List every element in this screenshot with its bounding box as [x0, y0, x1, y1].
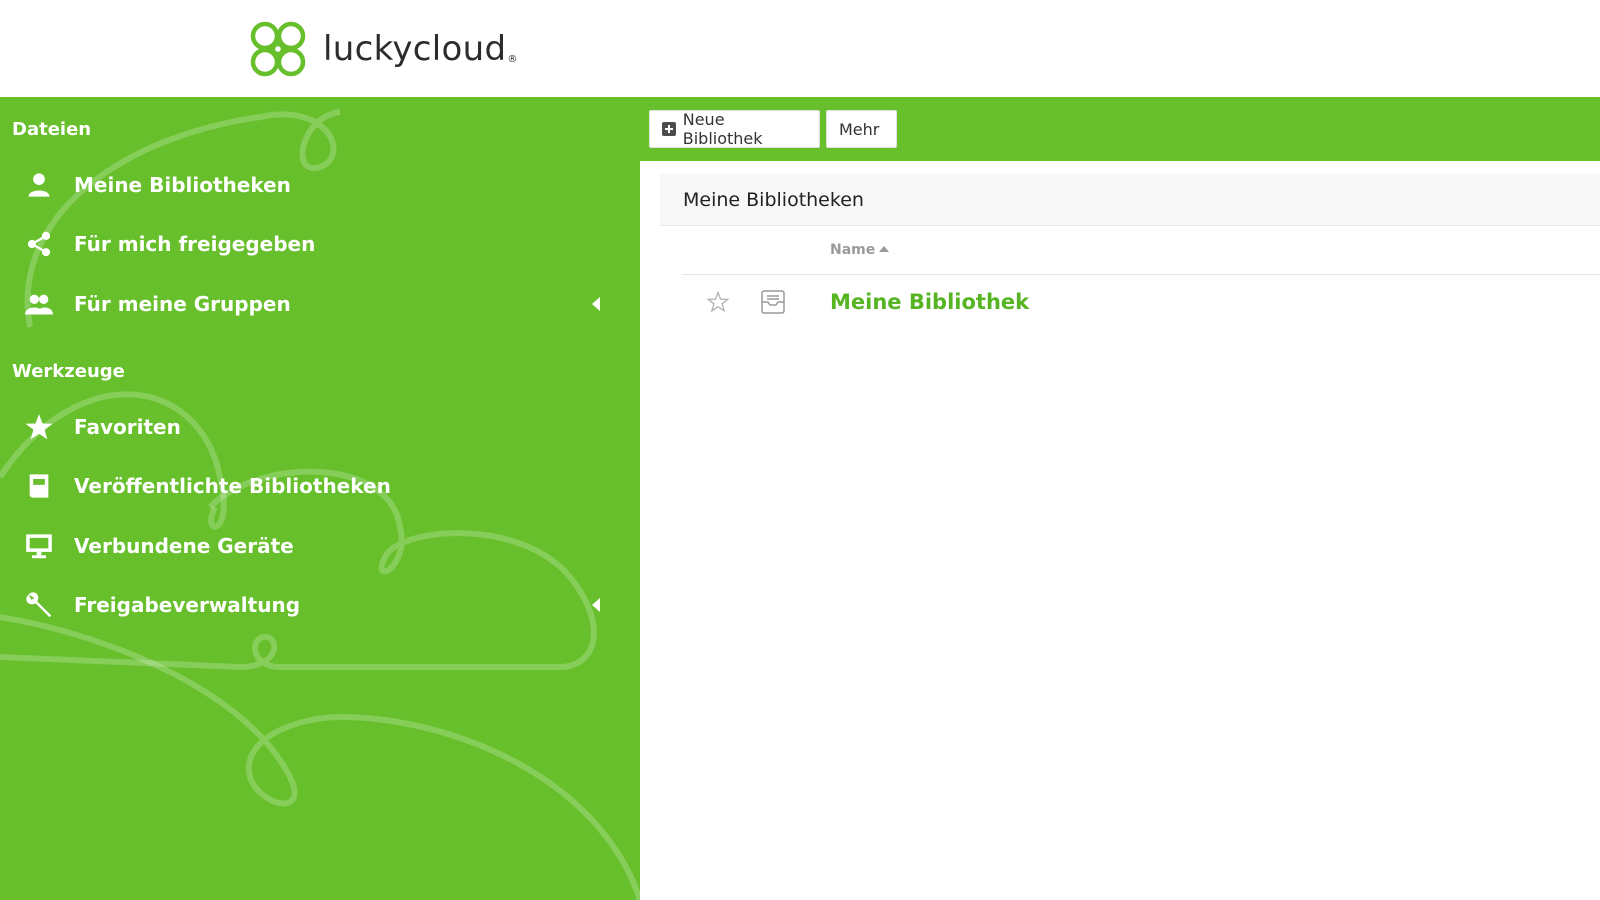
caret-left-icon[interactable]	[592, 598, 600, 612]
sidebar-item-label: Verbundene Geräte	[74, 534, 294, 558]
sidebar-item-favoriten[interactable]: Favoriten	[0, 405, 620, 449]
wrench-icon	[24, 590, 54, 620]
main-content: Meine Bibliotheken Name Meine Bibliothek	[640, 161, 1600, 900]
sidebar-item-fuer-mich-freigegeben[interactable]: Für mich freigegeben	[0, 222, 620, 266]
column-header-label: Name	[830, 242, 876, 258]
clover-logo-icon	[247, 18, 309, 84]
group-icon	[24, 289, 54, 319]
sort-ascending-icon	[879, 246, 890, 252]
caret-left-icon[interactable]	[592, 297, 600, 311]
sidebar-item-freigabeverwaltung[interactable]: Freigabeverwaltung	[0, 583, 620, 627]
sidebar-item-label: Veröffentlichte Bibliotheken	[74, 474, 391, 498]
sidebar: Dateien Meine Bibliotheken Für mich frei…	[0, 97, 640, 900]
column-header-name[interactable]: Name	[830, 242, 890, 258]
sidebar-item-veroeffentlichte-bibliotheken[interactable]: Veröffentlichte Bibliotheken	[0, 464, 620, 508]
new-library-button[interactable]: Neue Bibliothek	[649, 110, 820, 148]
new-library-label: Neue Bibliothek	[682, 110, 763, 148]
sidebar-item-meine-bibliotheken[interactable]: Meine Bibliotheken	[0, 163, 620, 207]
library-icon	[759, 288, 787, 316]
registered-mark: ®	[507, 53, 518, 65]
sidebar-item-label: Freigabeverwaltung	[74, 593, 301, 617]
section-title-dateien: Dateien	[12, 119, 92, 140]
book-icon	[24, 471, 54, 501]
star-icon	[24, 412, 54, 442]
page-title: Meine Bibliotheken	[683, 189, 864, 211]
section-title-werkzeuge: Werkzeuge	[12, 361, 125, 382]
table-row[interactable]: Meine Bibliothek	[682, 276, 1600, 332]
sidebar-item-fuer-meine-gruppen[interactable]: Für meine Gruppen	[0, 282, 620, 326]
app-header: luckycloud ®	[0, 0, 1600, 97]
user-icon	[24, 170, 54, 200]
brand-name: luckycloud	[323, 29, 507, 69]
sidebar-item-label: Meine Bibliotheken	[74, 173, 291, 197]
library-name-link[interactable]: Meine Bibliothek	[830, 290, 1029, 314]
more-button[interactable]: Mehr	[826, 110, 897, 148]
sidebar-item-label: Favoriten	[74, 415, 181, 439]
monitor-icon	[24, 531, 54, 561]
star-outline-icon[interactable]	[706, 290, 730, 314]
share-icon	[24, 229, 54, 259]
table-header: Name	[682, 226, 1600, 275]
sidebar-item-label: Für meine Gruppen	[74, 292, 291, 316]
plus-square-icon	[662, 122, 676, 136]
toolbar: Neue Bibliothek Mehr	[640, 97, 1600, 161]
panel-header: Meine Bibliotheken	[660, 174, 1600, 226]
brand-logo[interactable]: luckycloud ®	[247, 18, 517, 84]
more-label: Mehr	[839, 119, 880, 139]
sidebar-item-label: Für mich freigegeben	[74, 232, 316, 256]
sidebar-item-verbundene-geraete[interactable]: Verbundene Geräte	[0, 524, 620, 568]
